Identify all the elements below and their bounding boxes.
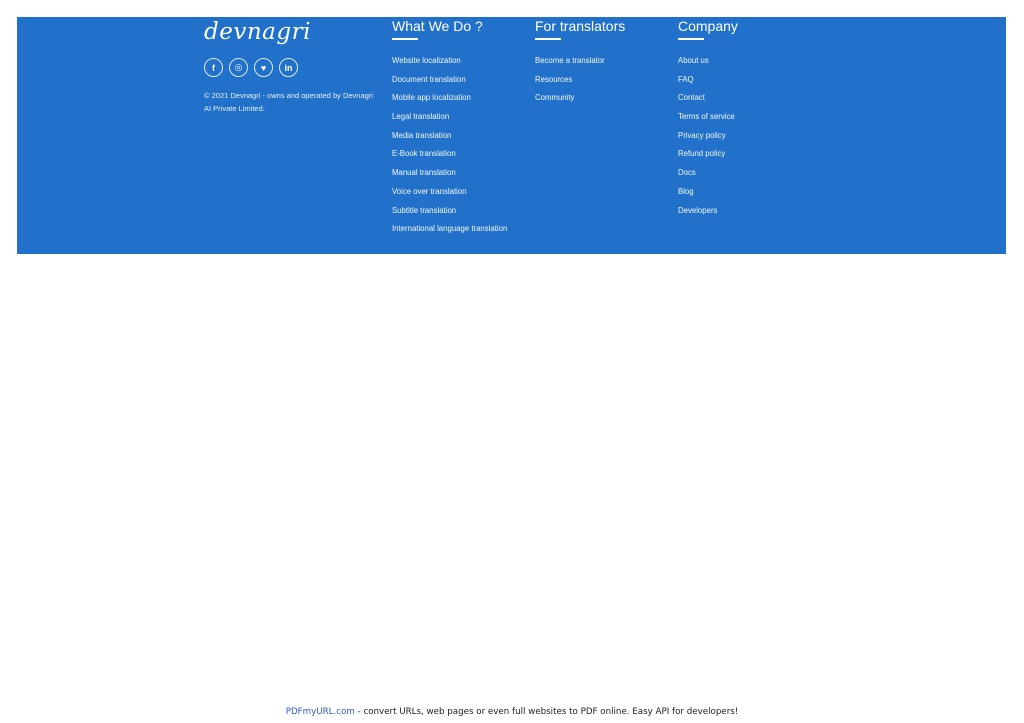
company-list: About us FAQ Contact Terms of service Pr… — [678, 55, 735, 223]
footer-link-subtitle-translation[interactable]: Subtitle translation — [392, 205, 507, 224]
footer-link-legal-translation[interactable]: Legal translation — [392, 111, 507, 130]
linkedin-icon[interactable]: in — [279, 58, 298, 77]
pdfmyurl-footer: PDFmyURL.com - convert URLs, web pages o… — [0, 707, 1024, 717]
footer-link-terms-of-service[interactable]: Terms of service — [678, 111, 735, 130]
footer-link-docs[interactable]: Docs — [678, 167, 735, 186]
facebook-icon[interactable]: f — [204, 58, 223, 77]
footer-link-document-translation[interactable]: Document translation — [392, 74, 507, 93]
footer-link-mobile-app-localization[interactable]: Mobile app localization — [392, 92, 507, 111]
copyright-text: © 2021 Devnagri - owns and operated by D… — [204, 91, 373, 113]
instagram-icon[interactable]: ◎ — [229, 58, 248, 77]
company-heading: Company — [678, 18, 738, 34]
heading-underline — [392, 38, 418, 40]
heading-underline — [535, 38, 561, 40]
heading-underline — [678, 38, 704, 40]
what-we-do-heading: What We Do ? — [392, 18, 483, 34]
for-translators-heading: For translators — [535, 18, 626, 34]
footer-link-about-us[interactable]: About us — [678, 55, 735, 74]
footer-link-become-translator[interactable]: Become a translator — [535, 55, 605, 74]
twitter-icon[interactable]: ♥ — [254, 58, 273, 77]
footer-link-contact[interactable]: Contact — [678, 92, 735, 111]
footer-link-resources[interactable]: Resources — [535, 74, 605, 93]
footer-link-faq[interactable]: FAQ — [678, 74, 735, 93]
footer-link-website-localization[interactable]: Website localization — [392, 55, 507, 74]
pdfmyurl-text: - convert URLs, web pages or even full w… — [354, 707, 739, 717]
footer-link-developers[interactable]: Developers — [678, 205, 735, 224]
social-links: f ◎ ♥ in — [204, 58, 298, 77]
footer-link-international-language-translation[interactable]: International language translation — [392, 223, 507, 242]
what-we-do-list: Website localization Document translatio… — [392, 55, 507, 242]
footer-link-blog[interactable]: Blog — [678, 186, 735, 205]
footer-link-voice-over-translation[interactable]: Voice over translation — [392, 186, 507, 205]
footer-link-community[interactable]: Community — [535, 92, 605, 111]
footer-link-ebook-translation[interactable]: E-Book translation — [392, 148, 507, 167]
devnagri-logo[interactable]: devnagri — [204, 19, 311, 45]
footer-link-refund-policy[interactable]: Refund policy — [678, 148, 735, 167]
footer-link-manual-translation[interactable]: Manual translation — [392, 167, 507, 186]
footer-link-media-translation[interactable]: Media translation — [392, 130, 507, 149]
for-translators-list: Become a translator Resources Community — [535, 55, 605, 111]
footer-link-privacy-policy[interactable]: Privacy policy — [678, 130, 735, 149]
pdfmyurl-link[interactable]: PDFmyURL.com — [286, 707, 355, 717]
site-footer: devnagri f ◎ ♥ in © 2021 Devnagri - owns… — [17, 17, 1006, 254]
